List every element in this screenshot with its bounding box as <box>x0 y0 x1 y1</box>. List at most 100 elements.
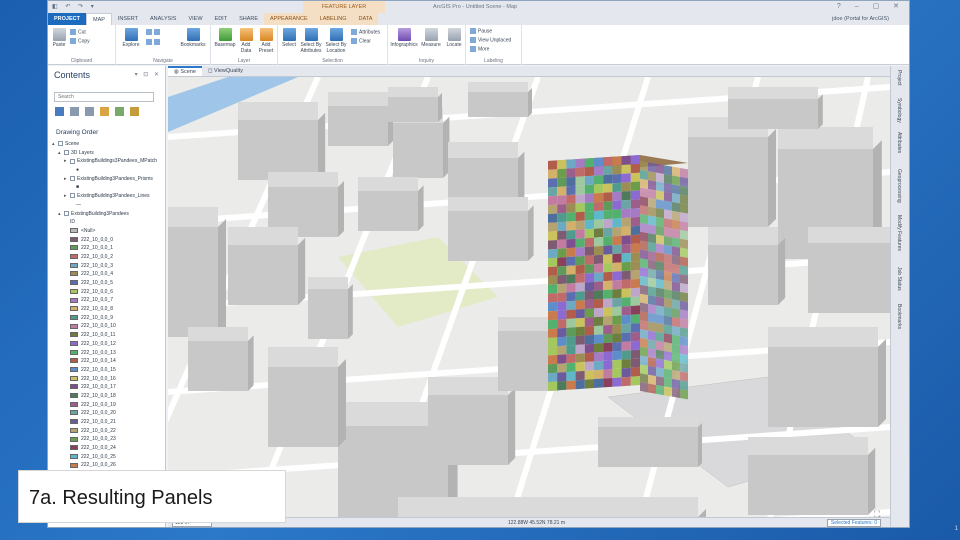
tab-edit[interactable]: EDIT <box>209 13 234 25</box>
tab-map[interactable]: MAP <box>85 13 112 25</box>
infographics-button[interactable]: Infographics <box>390 28 418 48</box>
legend-swatch[interactable] <box>70 271 78 277</box>
pane-controls[interactable]: ▾ ⊡ ✕ <box>135 71 161 78</box>
list-by-source-icon[interactable] <box>70 107 79 116</box>
legend-item[interactable]: 222_10_0,0_16 <box>52 375 164 384</box>
add-preset-button[interactable]: Add Preset <box>256 28 276 54</box>
legend-swatch[interactable] <box>70 332 78 338</box>
more-button[interactable]: More <box>470 46 489 52</box>
visibility-checkbox[interactable] <box>70 175 75 181</box>
legend-item[interactable]: 222_10_0,0_18 <box>52 392 164 401</box>
legend-swatch[interactable] <box>70 314 78 320</box>
dock-tab-symbology[interactable]: Symbology <box>896 98 902 123</box>
dock-tab-job-status[interactable]: Job Status <box>896 267 902 291</box>
legend-item[interactable]: 222_10_0,0_7 <box>52 296 164 305</box>
tab-project[interactable]: PROJECT <box>48 13 86 25</box>
legend-swatch[interactable] <box>70 375 78 381</box>
visibility-checkbox[interactable] <box>64 149 69 155</box>
layer-tree-row[interactable]: ▸ ExistingBuildings3Pandees_MPatch <box>52 157 164 166</box>
legend-item[interactable]: 222_10_0,0_6 <box>52 288 164 297</box>
legend-swatch[interactable] <box>70 236 78 242</box>
legend-item[interactable]: 222_10_0,0_0 <box>52 236 164 245</box>
legend-swatch[interactable] <box>70 254 78 260</box>
legend-item[interactable]: 222_10_0,0_3 <box>52 262 164 271</box>
visibility-checkbox[interactable] <box>64 210 69 216</box>
legend-item[interactable]: 222_10_0,0_23 <box>52 435 164 444</box>
legend-item[interactable]: 222_10_0,0_11 <box>52 331 164 340</box>
dock-tab-project[interactable]: Project <box>896 70 902 86</box>
legend-swatch[interactable] <box>70 367 78 373</box>
legend-item[interactable]: 222_10_0,0_2 <box>52 253 164 262</box>
tab-view[interactable]: VIEW <box>182 13 208 25</box>
legend-swatch[interactable] <box>70 306 78 312</box>
layer-tree-row[interactable]: ▴ ExistingBuilding3Pandees <box>52 210 164 219</box>
tab-insert[interactable]: INSERT <box>112 13 144 25</box>
legend-item[interactable]: 222_10_0,0_17 <box>52 383 164 392</box>
legend-item[interactable]: 222_10_0,0_9 <box>52 314 164 323</box>
legend-swatch[interactable] <box>70 297 78 303</box>
layer-tree-row[interactable]: ▴ 3D Layers <box>52 149 164 158</box>
signed-in-user[interactable]: jdoe (Portal for ArcGIS) <box>832 13 909 25</box>
legend-item[interactable]: 222_10_0,0_13 <box>52 349 164 358</box>
legend-item[interactable]: 222_10_0,0_5 <box>52 279 164 288</box>
legend-swatch[interactable] <box>70 384 78 390</box>
list-by-selection-icon[interactable] <box>85 107 94 116</box>
view-unplaced-button[interactable]: View Unplaced <box>470 37 511 43</box>
dock-tab-geoprocessing[interactable]: Geoprocessing <box>896 169 902 203</box>
legend-item[interactable]: 222_10_0,0_15 <box>52 366 164 375</box>
list-by-drawing-order-icon[interactable] <box>55 107 64 116</box>
tab-share[interactable]: SHARE <box>233 13 264 25</box>
legend-swatch[interactable] <box>70 401 78 407</box>
legend-item[interactable]: <Null> <box>52 227 164 236</box>
legend-swatch[interactable] <box>70 445 78 451</box>
legend-item[interactable]: 222_10_0,0_4 <box>52 270 164 279</box>
legend-item[interactable]: 222_10_0,0_22 <box>52 427 164 436</box>
tab-appearance[interactable]: APPEARANCE <box>264 13 314 25</box>
attributes-button[interactable]: Attributes <box>351 29 380 35</box>
legend-swatch[interactable] <box>70 358 78 364</box>
legend-swatch[interactable] <box>70 410 78 416</box>
legend-item[interactable]: 222_10_0,0_14 <box>52 357 164 366</box>
legend-swatch[interactable] <box>70 462 78 468</box>
legend-swatch[interactable] <box>70 280 78 286</box>
legend-item[interactable]: 222_10_0,0_1 <box>52 244 164 253</box>
list-by-editing-icon[interactable] <box>100 107 109 116</box>
legend-item[interactable]: 222_10_0,0_26 <box>52 461 164 470</box>
legend-swatch[interactable] <box>70 393 78 399</box>
legend-item[interactable]: 222_10_0,0_12 <box>52 340 164 349</box>
tab-analysis[interactable]: ANALYSIS <box>144 13 183 25</box>
dock-tab-modify-features[interactable]: Modify Features <box>896 215 902 251</box>
list-by-snapping-icon[interactable] <box>115 107 124 116</box>
layer-tree-row[interactable]: ▴ Scene <box>52 140 164 149</box>
legend-item[interactable]: 222_10_0,0_10 <box>52 322 164 331</box>
quick-access-toolbar[interactable]: ◧ ↶ ↷ ▾ <box>52 3 97 10</box>
layer-tree-row[interactable]: ID <box>52 218 164 227</box>
locate-button[interactable]: Locate <box>444 28 464 48</box>
visibility-checkbox[interactable] <box>70 193 75 199</box>
legend-swatch[interactable] <box>70 262 78 268</box>
layer-tree-row[interactable]: ● <box>52 166 164 175</box>
legend-swatch[interactable] <box>70 245 78 251</box>
list-by-labeling-icon[interactable] <box>130 107 139 116</box>
3d-scene-canvas[interactable]: ⛶ <box>168 77 891 528</box>
legend-item[interactable]: 222_10_0,0_24 <box>52 444 164 453</box>
legend-swatch[interactable] <box>70 228 78 234</box>
legend-swatch[interactable] <box>70 288 78 294</box>
explore-button[interactable]: Explore <box>120 28 142 48</box>
layer-tree-row[interactable]: — <box>52 201 164 210</box>
layer-tree-row[interactable]: ▸ ExistingBuilding3Pandees_Lines <box>52 192 164 201</box>
legend-item[interactable]: 222_10_0,0_21 <box>52 418 164 427</box>
contents-search-input[interactable] <box>54 92 154 102</box>
bookmarks-button[interactable]: Bookmarks <box>178 28 208 48</box>
select-by-attributes-button[interactable]: Select By Attributes <box>299 28 323 54</box>
tab-labeling[interactable]: LABELING <box>313 13 353 25</box>
layer-tree-row[interactable]: ▸ ExistingBuilding3Pandees_Prisms <box>52 175 164 184</box>
legend-swatch[interactable] <box>70 349 78 355</box>
copy-button[interactable]: Copy <box>70 38 90 44</box>
visibility-checkbox[interactable] <box>70 158 75 164</box>
window-controls[interactable]: ? – ▢ ✕ <box>837 2 905 10</box>
add-data-button[interactable]: Add Data <box>237 28 255 54</box>
legend-swatch[interactable] <box>70 453 78 459</box>
dock-tab-attributes[interactable]: Attributes <box>896 132 902 153</box>
legend-swatch[interactable] <box>70 436 78 442</box>
